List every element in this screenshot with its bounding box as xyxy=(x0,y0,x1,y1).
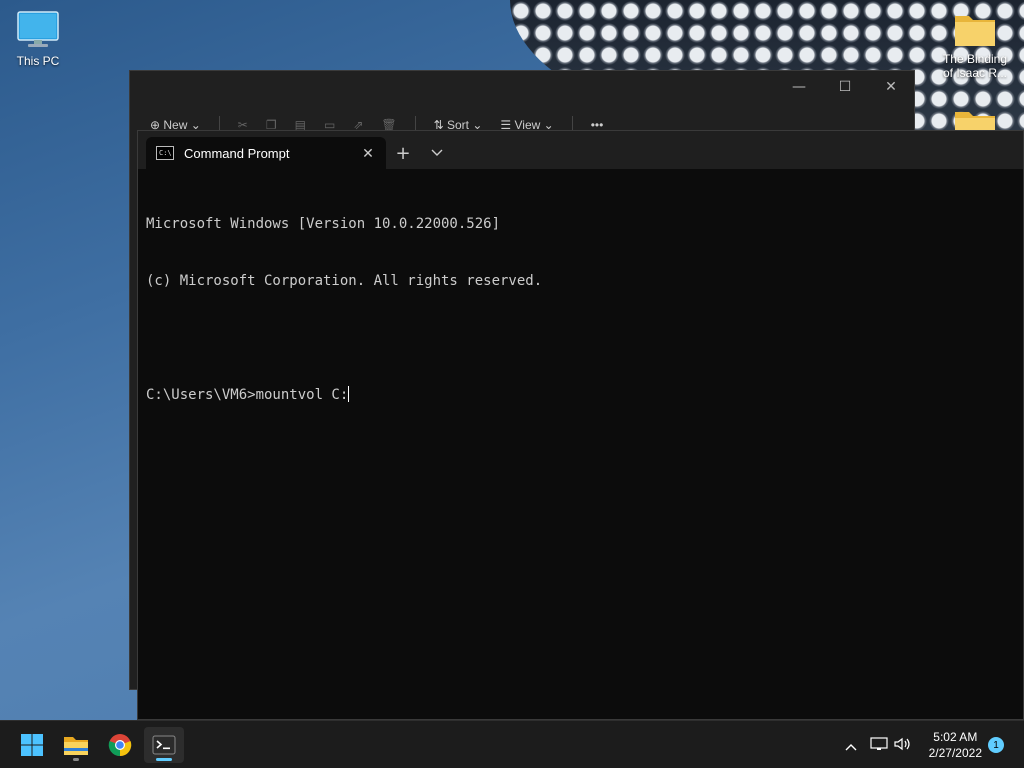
close-icon[interactable]: ✕ xyxy=(868,71,914,103)
desktop-icon-label: This PC xyxy=(16,54,60,68)
taskbar-file-explorer[interactable] xyxy=(56,727,96,763)
tab-dropdown-button[interactable] xyxy=(420,137,454,169)
terminal-window[interactable]: C:\ Command Prompt ✕ + Microsoft Windows… xyxy=(137,130,1024,720)
new-tab-button[interactable]: + xyxy=(386,137,420,169)
network-icon[interactable] xyxy=(866,736,892,755)
volume-icon[interactable] xyxy=(892,736,914,755)
minimize-icon[interactable]: — xyxy=(776,71,822,103)
console-output[interactable]: Microsoft Windows [Version 10.0.22000.52… xyxy=(138,169,1023,451)
desktop-icon-label: The Binding of Isaac R... xyxy=(942,52,1008,80)
system-tray xyxy=(840,721,914,768)
chevron-down-icon xyxy=(431,149,443,156)
explorer-caption-buttons: — ☐ ✕ xyxy=(776,71,914,103)
chrome-icon xyxy=(108,734,132,757)
text-cursor xyxy=(348,386,350,402)
tab-title: Command Prompt xyxy=(184,145,290,161)
console-line: Microsoft Windows [Version 10.0.22000.52… xyxy=(146,216,501,232)
windows-start-icon xyxy=(21,734,43,756)
maximize-icon[interactable]: ☐ xyxy=(822,71,868,103)
command-prompt-icon: C:\ xyxy=(156,146,174,160)
taskbar-terminal[interactable] xyxy=(144,727,184,763)
clock[interactable]: 5:02 AM 2/27/2022 xyxy=(929,729,982,761)
terminal-tab-bar: C:\ Command Prompt ✕ + xyxy=(138,131,1023,169)
terminal-icon xyxy=(152,735,176,755)
taskbar-chrome[interactable] xyxy=(100,727,140,763)
desktop-icon-binding-of-isaac[interactable]: The Binding of Isaac R... xyxy=(937,10,1013,80)
clock-time: 5:02 AM xyxy=(933,730,978,744)
tab-command-prompt[interactable]: C:\ Command Prompt ✕ xyxy=(146,137,386,169)
speaker-glyph xyxy=(894,737,910,750)
clock-date: 2/27/2022 xyxy=(928,746,982,760)
console-line: (c) Microsoft Corporation. All rights re… xyxy=(146,273,543,289)
running-indicator xyxy=(73,758,79,761)
notification-badge[interactable]: 1 xyxy=(988,737,1004,753)
folder-icon xyxy=(955,16,995,46)
taskbar: 5:02 AM 2/27/2022 1 xyxy=(0,720,1024,768)
network-glyph xyxy=(870,736,888,750)
chevron-up-icon xyxy=(845,743,857,750)
desktop-icon-this-pc[interactable]: This PC xyxy=(0,10,76,68)
file-explorer-icon xyxy=(64,737,88,755)
active-indicator xyxy=(156,758,172,761)
start-button[interactable] xyxy=(12,727,52,763)
console-input-line[interactable]: C:\Users\VM6>mountvol C: xyxy=(146,386,1015,405)
monitor-icon xyxy=(17,11,59,47)
console-prompt-text: C:\Users\VM6>mountvol C: xyxy=(146,387,349,403)
show-hidden-icons-button[interactable] xyxy=(840,736,862,755)
close-tab-icon[interactable]: ✕ xyxy=(360,145,376,162)
